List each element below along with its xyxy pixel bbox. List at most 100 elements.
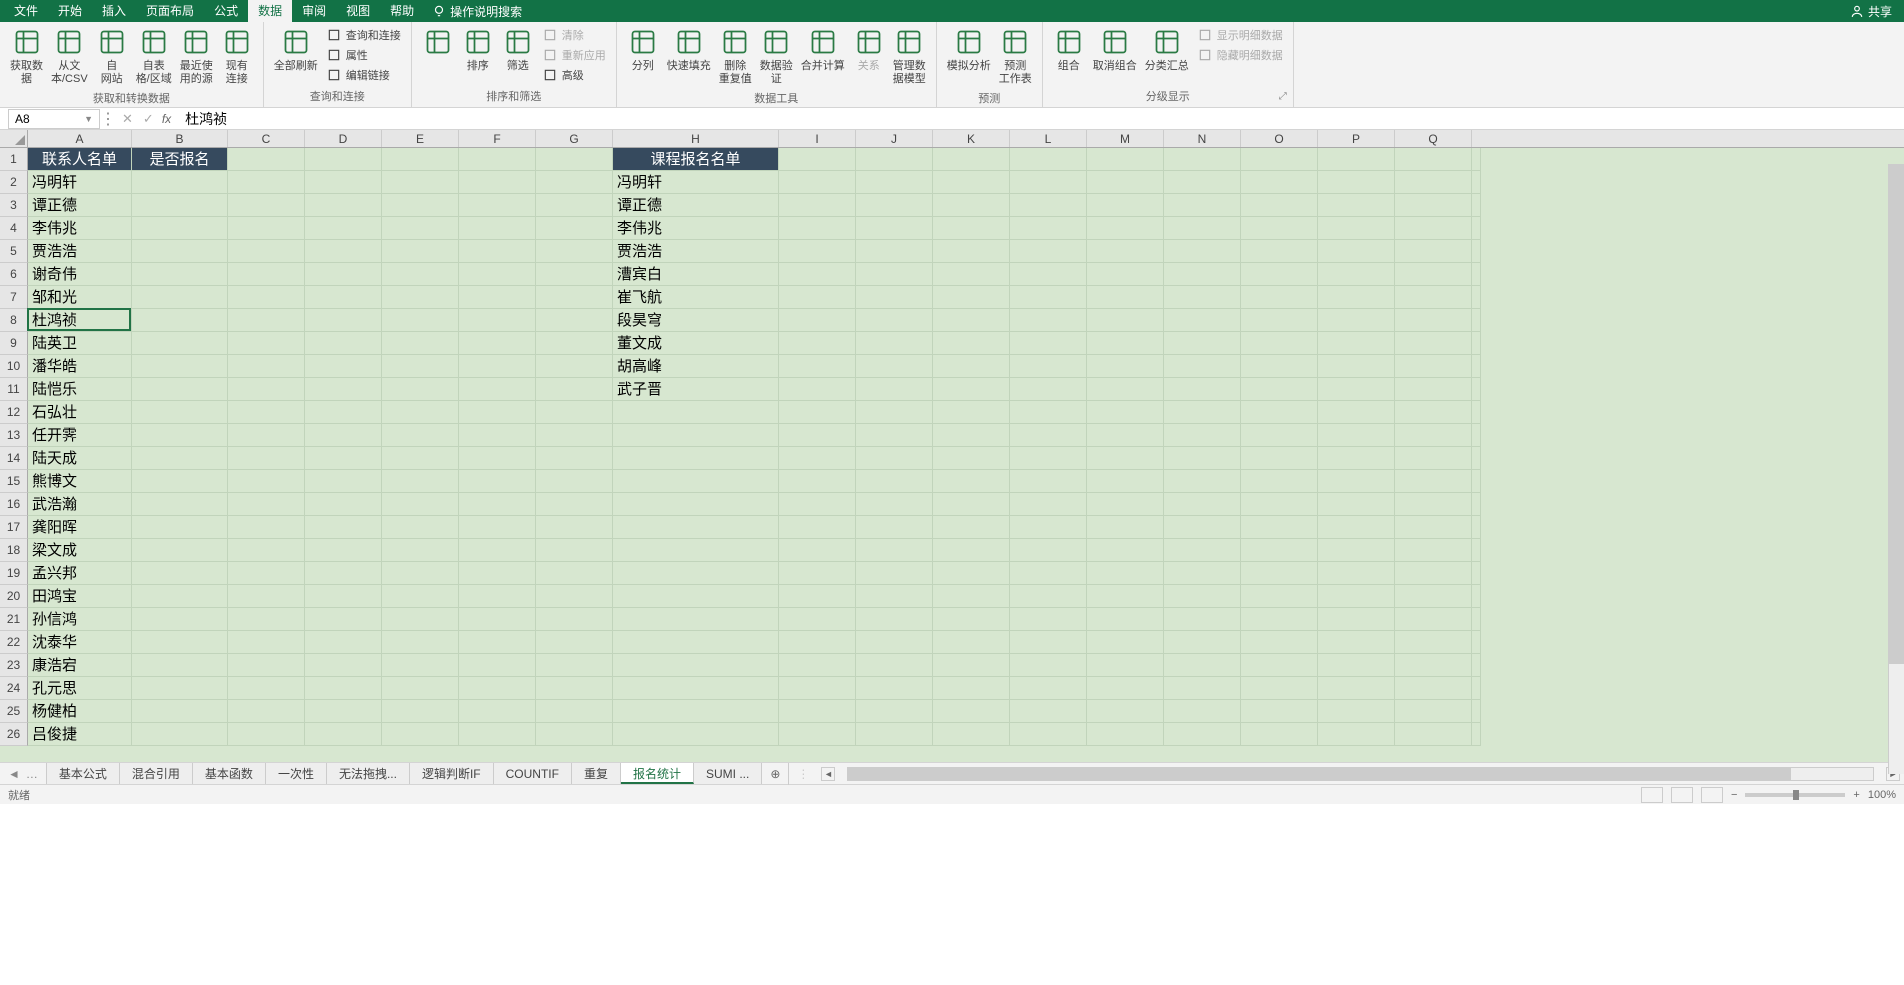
cell-F9[interactable] <box>459 332 536 355</box>
cell-B11[interactable] <box>132 378 228 401</box>
ribbon-button[interactable]: 排序 <box>458 24 498 75</box>
cell-M12[interactable] <box>1087 401 1164 424</box>
cell-filler[interactable] <box>1472 470 1481 493</box>
sheet-tab[interactable]: 报名统计 <box>621 763 694 784</box>
sheet-tab[interactable]: 一次性 <box>266 763 327 784</box>
cell-F12[interactable] <box>459 401 536 424</box>
cell-M3[interactable] <box>1087 194 1164 217</box>
cell-A21[interactable]: 孙信鸿 <box>28 608 132 631</box>
cell-L11[interactable] <box>1010 378 1087 401</box>
cell-G17[interactable] <box>536 516 613 539</box>
cell-H24[interactable] <box>613 677 779 700</box>
cell-C14[interactable] <box>228 447 305 470</box>
cell-B13[interactable] <box>132 424 228 447</box>
cell-C26[interactable] <box>228 723 305 746</box>
cell-L22[interactable] <box>1010 631 1087 654</box>
cell-A23[interactable]: 康浩宕 <box>28 654 132 677</box>
row-header-3[interactable]: 3 <box>0 194 28 217</box>
cell-F24[interactable] <box>459 677 536 700</box>
cell-D26[interactable] <box>305 723 382 746</box>
cell-filler[interactable] <box>1472 171 1481 194</box>
cell-N15[interactable] <box>1164 470 1241 493</box>
cell-K7[interactable] <box>933 286 1010 309</box>
cell-C15[interactable] <box>228 470 305 493</box>
cell-F10[interactable] <box>459 355 536 378</box>
cell-G3[interactable] <box>536 194 613 217</box>
chevron-down-icon[interactable]: ▼ <box>84 114 93 124</box>
view-normal-button[interactable] <box>1641 787 1663 803</box>
cell-D12[interactable] <box>305 401 382 424</box>
ribbon-small-button[interactable]: 查询和连接 <box>322 26 405 44</box>
cell-K22[interactable] <box>933 631 1010 654</box>
cell-Q9[interactable] <box>1395 332 1472 355</box>
cell-I6[interactable] <box>779 263 856 286</box>
cell-O6[interactable] <box>1241 263 1318 286</box>
cell-H2[interactable]: 冯明轩 <box>613 171 779 194</box>
cell-G14[interactable] <box>536 447 613 470</box>
cell-A10[interactable]: 潘华皓 <box>28 355 132 378</box>
cell-A6[interactable]: 谢奇伟 <box>28 263 132 286</box>
cell-L2[interactable] <box>1010 171 1087 194</box>
ribbon-button[interactable]: 预测工作表 <box>995 24 1036 88</box>
cell-F1[interactable] <box>459 148 536 171</box>
cell-O8[interactable] <box>1241 309 1318 332</box>
cell-N1[interactable] <box>1164 148 1241 171</box>
cell-Q3[interactable] <box>1395 194 1472 217</box>
cell-O11[interactable] <box>1241 378 1318 401</box>
cell-G26[interactable] <box>536 723 613 746</box>
row-header-25[interactable]: 25 <box>0 700 28 723</box>
tab-nav-more[interactable]: … <box>26 767 38 781</box>
row-header-23[interactable]: 23 <box>0 654 28 677</box>
cell-P26[interactable] <box>1318 723 1395 746</box>
cell-M19[interactable] <box>1087 562 1164 585</box>
ribbon-button[interactable]: 全部刷新 <box>270 24 322 75</box>
cell-B10[interactable] <box>132 355 228 378</box>
cell-C11[interactable] <box>228 378 305 401</box>
cell-O18[interactable] <box>1241 539 1318 562</box>
row-header-12[interactable]: 12 <box>0 401 28 424</box>
cell-B21[interactable] <box>132 608 228 631</box>
cell-O22[interactable] <box>1241 631 1318 654</box>
cell-H17[interactable] <box>613 516 779 539</box>
cell-N22[interactable] <box>1164 631 1241 654</box>
cell-filler[interactable] <box>1472 723 1481 746</box>
cell-filler[interactable] <box>1472 401 1481 424</box>
row-header-24[interactable]: 24 <box>0 677 28 700</box>
cell-H11[interactable]: 武子晋 <box>613 378 779 401</box>
cell-Q26[interactable] <box>1395 723 1472 746</box>
cell-B4[interactable] <box>132 217 228 240</box>
cell-K21[interactable] <box>933 608 1010 631</box>
cell-B5[interactable] <box>132 240 228 263</box>
cell-I5[interactable] <box>779 240 856 263</box>
cell-M7[interactable] <box>1087 286 1164 309</box>
cell-D1[interactable] <box>305 148 382 171</box>
cell-Q4[interactable] <box>1395 217 1472 240</box>
cell-F23[interactable] <box>459 654 536 677</box>
cell-C25[interactable] <box>228 700 305 723</box>
cell-B14[interactable] <box>132 447 228 470</box>
cell-J19[interactable] <box>856 562 933 585</box>
cell-D2[interactable] <box>305 171 382 194</box>
sheet-tab[interactable]: 无法拖拽... <box>327 763 410 784</box>
cell-Q11[interactable] <box>1395 378 1472 401</box>
cell-F19[interactable] <box>459 562 536 585</box>
cell-F14[interactable] <box>459 447 536 470</box>
cell-K15[interactable] <box>933 470 1010 493</box>
menu-帮助[interactable]: 帮助 <box>380 0 424 22</box>
cell-J22[interactable] <box>856 631 933 654</box>
cell-E24[interactable] <box>382 677 459 700</box>
cell-D7[interactable] <box>305 286 382 309</box>
column-header-F[interactable]: F <box>459 130 536 147</box>
horizontal-scrollbar[interactable] <box>847 767 1874 781</box>
column-header-C[interactable]: C <box>228 130 305 147</box>
cell-J24[interactable] <box>856 677 933 700</box>
cell-O16[interactable] <box>1241 493 1318 516</box>
cells-area[interactable]: 联系人名单是否报名课程报名名单冯明轩冯明轩谭正德谭正德李伟兆李伟兆贾浩浩贾浩浩谢… <box>28 148 1481 746</box>
cell-F20[interactable] <box>459 585 536 608</box>
cell-E2[interactable] <box>382 171 459 194</box>
dialog-launcher-icon[interactable]: ⤢ <box>1279 91 1287 102</box>
ribbon-small-button[interactable]: 编辑链接 <box>322 66 405 84</box>
cell-B25[interactable] <box>132 700 228 723</box>
tell-me-search[interactable]: 操作说明搜索 <box>432 3 522 20</box>
cell-J23[interactable] <box>856 654 933 677</box>
